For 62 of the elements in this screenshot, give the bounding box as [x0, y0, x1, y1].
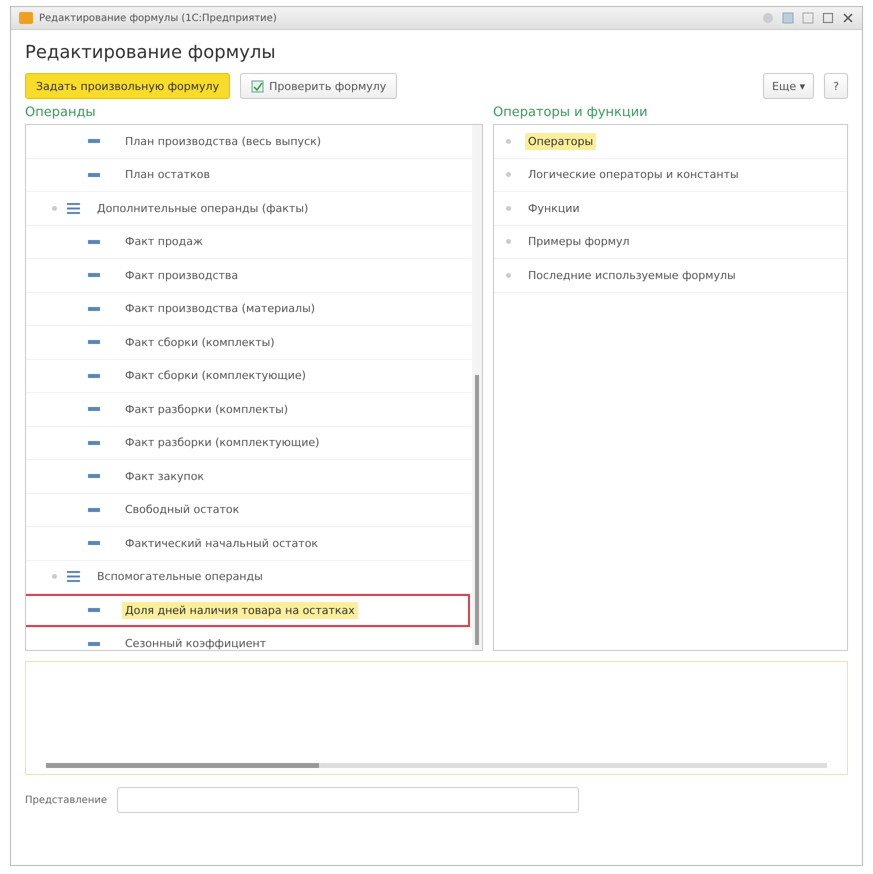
formula-editor[interactable] — [25, 661, 848, 775]
dash-icon — [88, 240, 100, 244]
set-formula-button[interactable]: Задать произвольную формулу — [25, 73, 230, 99]
tree-item[interactable]: Факт продаж — [122, 233, 206, 250]
close-icon[interactable] — [842, 12, 854, 24]
maximize-icon[interactable] — [822, 12, 834, 24]
list-icon — [67, 202, 80, 214]
list-icon — [67, 571, 80, 582]
dash-icon — [88, 440, 100, 445]
tree-item[interactable]: Сезонный коэффициент — [122, 635, 270, 650]
dash-icon — [88, 374, 100, 378]
window-title: Редактирование формулы (1С:Предприятие) — [39, 12, 277, 24]
window-icon[interactable] — [802, 12, 814, 24]
expander-icon[interactable] — [506, 172, 511, 178]
tree-group[interactable]: Дополнительные операнды (факты) — [94, 200, 312, 217]
tree-group[interactable]: Вспомогательные операнды — [94, 568, 266, 586]
tree-item[interactable]: План остатков — [122, 166, 213, 184]
tree-item[interactable]: Факт производства — [122, 266, 242, 284]
expander-icon[interactable] — [52, 206, 57, 211]
vertical-scrollbar[interactable] — [472, 125, 482, 650]
dash-icon — [88, 508, 100, 512]
check-icon — [251, 80, 264, 92]
horizontal-scrollbar[interactable] — [46, 763, 827, 768]
tree-item[interactable]: Факт производства (материалы) — [122, 300, 318, 318]
dash-icon — [88, 273, 100, 278]
dash-icon — [88, 306, 100, 311]
expander-icon[interactable] — [52, 574, 57, 580]
tree-item[interactable]: Примеры формул — [525, 233, 633, 250]
more-button[interactable]: Еще ▾ — [763, 73, 814, 99]
tree-item[interactable]: Факт разборки (комплектующие) — [122, 434, 322, 452]
panel-title: Операторы и функции — [493, 105, 649, 120]
tree-item[interactable]: Последние используемые формулы — [525, 266, 739, 284]
dash-icon — [88, 407, 100, 412]
check-formula-button[interactable]: Проверить формулу — [240, 73, 398, 99]
expander-icon[interactable] — [506, 272, 511, 278]
dash-icon — [88, 139, 100, 144]
tree-item[interactable]: Факт разборки (комплекты) — [122, 400, 292, 418]
dash-icon — [88, 541, 100, 546]
tree-item[interactable]: Операторы — [525, 132, 596, 150]
field-label: Представление — [25, 794, 108, 806]
dash-icon — [88, 642, 100, 646]
app-logo-icon — [19, 12, 33, 24]
expander-icon[interactable] — [506, 138, 511, 144]
tree-item[interactable]: Доля дней наличия товара на остатках — [122, 602, 358, 619]
dash-icon — [88, 172, 100, 177]
tree-item[interactable]: Факт сборки (комплектующие) — [122, 367, 309, 384]
expander-icon[interactable] — [506, 239, 511, 244]
form-title: Редактирование формулы — [25, 42, 277, 63]
tree-item[interactable]: Факт сборки (комплекты) — [122, 334, 278, 351]
dash-icon — [88, 340, 100, 344]
tree-item[interactable]: План производства (весь выпуск) — [122, 132, 324, 150]
tree-item[interactable]: Свободный остаток — [122, 501, 242, 518]
tree-item[interactable]: Фактический начальный остаток — [122, 534, 322, 552]
expander-icon[interactable] — [506, 206, 511, 211]
panel-title: Операнды — [25, 105, 97, 120]
dash-icon — [88, 608, 100, 612]
dash-icon — [88, 474, 100, 478]
tree-item[interactable]: Функции — [525, 200, 583, 217]
help-button[interactable]: ? — [824, 73, 848, 99]
tree-item[interactable]: Факт закупок — [122, 468, 208, 485]
tree-item[interactable]: Логические операторы и константы — [525, 166, 742, 184]
representation-field[interactable] — [117, 787, 580, 813]
